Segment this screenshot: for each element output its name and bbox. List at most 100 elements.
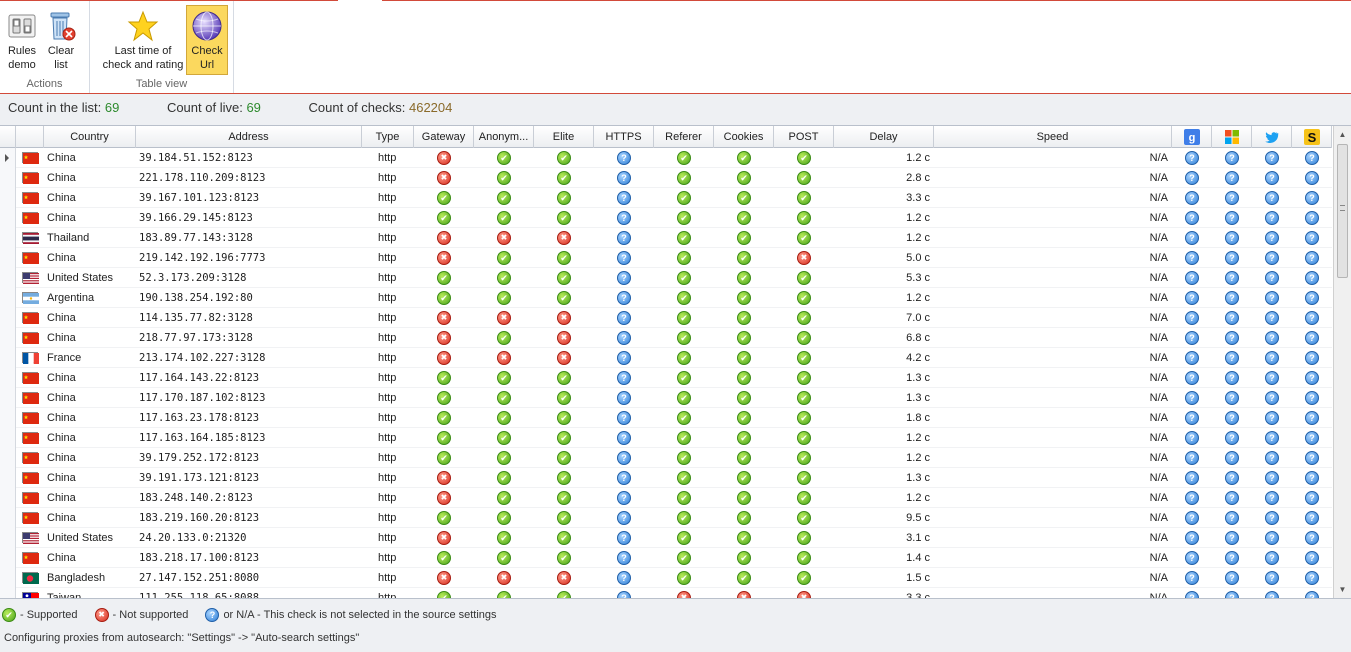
- row-selector[interactable]: [0, 588, 16, 598]
- table-row[interactable]: China 117.163.164.185:8123 http 1.2 c N/A: [0, 428, 1332, 448]
- cell-country: Argentina: [47, 292, 95, 304]
- header-referer[interactable]: Referer: [654, 126, 714, 148]
- table-row[interactable]: China 39.184.51.152:8123 http 1.2 c N/A: [0, 148, 1332, 168]
- header-delay[interactable]: Delay: [834, 126, 934, 148]
- table-row[interactable]: China 39.191.173.121:8123 http 1.3 c N/A: [0, 468, 1332, 488]
- header-anonymous[interactable]: Anonym...: [474, 126, 534, 148]
- table-row[interactable]: Thailand 183.89.77.143:3128 http 1.2 c N/A: [0, 228, 1332, 248]
- table-row[interactable]: Bangladesh 27.147.152.251:8080 http 1.5 c N/…: [0, 568, 1332, 588]
- table-row[interactable]: China 117.170.187.102:8123 http 1.3 c N/A: [0, 388, 1332, 408]
- header-address[interactable]: Address: [136, 126, 362, 148]
- cell-type: http: [378, 552, 397, 564]
- row-selector[interactable]: [0, 288, 16, 308]
- cell-google: [1172, 548, 1212, 568]
- table-row[interactable]: United States 24.20.133.0:21320 http 3.1 c N…: [0, 528, 1332, 548]
- row-selector[interactable]: [0, 428, 16, 448]
- row-selector[interactable]: [0, 208, 16, 228]
- table-row[interactable]: Taiwan 111.255.118.65:8088 http 3.3 c N/A: [0, 588, 1332, 598]
- cell-country: United States: [47, 272, 114, 284]
- table-row[interactable]: United States 52.3.173.209:3128 http 5.3 c N…: [0, 268, 1332, 288]
- row-selector[interactable]: [0, 448, 16, 468]
- row-selector[interactable]: [0, 168, 16, 188]
- flag-icon: [22, 552, 39, 564]
- row-selector[interactable]: [0, 548, 16, 568]
- cell-country: Thailand: [47, 232, 90, 244]
- cross-icon: [797, 251, 811, 266]
- clear-list-button[interactable]: Clear list: [44, 5, 78, 75]
- cell-gateway: [414, 228, 474, 248]
- cell-cookies: [714, 388, 774, 408]
- cross-icon: [497, 571, 511, 586]
- table-row[interactable]: China 39.167.101.123:8123 http 3.3 c N/A: [0, 188, 1332, 208]
- header-twitter[interactable]: [1252, 126, 1292, 148]
- vertical-scrollbar[interactable]: ▲ ▼: [1333, 126, 1351, 598]
- table-row[interactable]: China 219.142.192.196:7773 http 5.0 c N/A: [0, 248, 1332, 268]
- cross-icon: [677, 591, 691, 598]
- row-selector[interactable]: [0, 408, 16, 428]
- header-https[interactable]: HTTPS: [594, 126, 654, 148]
- check-icon: [497, 491, 511, 506]
- header-type[interactable]: Type: [362, 126, 414, 148]
- check-icon: [677, 451, 691, 466]
- question-icon: [1305, 171, 1319, 186]
- row-selector[interactable]: [0, 268, 16, 288]
- row-selector[interactable]: [0, 388, 16, 408]
- scroll-thumb[interactable]: [1337, 144, 1348, 278]
- table-row[interactable]: Argentina 190.138.254.192:80 http 1.2 c N/A: [0, 288, 1332, 308]
- table-row[interactable]: China 39.166.29.145:8123 http 1.2 c N/A: [0, 208, 1332, 228]
- table-row[interactable]: China 39.179.252.172:8123 http 1.2 c N/A: [0, 448, 1332, 468]
- header-speed[interactable]: Speed: [934, 126, 1172, 148]
- cell-delay: 3.1 c: [906, 532, 930, 544]
- check-url-button[interactable]: Check Url: [186, 5, 228, 75]
- cell-speed: N/A: [1149, 372, 1168, 384]
- header-s-service[interactable]: S: [1292, 126, 1332, 148]
- row-selector[interactable]: [0, 328, 16, 348]
- last-check-rating-button[interactable]: Last time of check and rating: [96, 5, 190, 75]
- row-selector[interactable]: [0, 308, 16, 328]
- scroll-up-icon[interactable]: ▲: [1334, 126, 1351, 143]
- cell-delay: 5.3 c: [906, 272, 930, 284]
- question-icon: [1225, 211, 1239, 226]
- header-google[interactable]: g: [1172, 126, 1212, 148]
- header-cookies[interactable]: Cookies: [714, 126, 774, 148]
- question-icon: [1185, 531, 1199, 546]
- check-icon: [797, 291, 811, 306]
- row-selector[interactable]: [0, 188, 16, 208]
- cell-post: [774, 508, 834, 528]
- cell-speed: N/A: [1149, 512, 1168, 524]
- table-row[interactable]: China 221.178.110.209:8123 http 2.8 c N/A: [0, 168, 1332, 188]
- row-selector[interactable]: [0, 348, 16, 368]
- proxy-table[interactable]: Country Address Type Gateway Anonym... E…: [0, 125, 1351, 599]
- table-row[interactable]: China 114.135.77.82:3128 http 7.0 c N/A: [0, 308, 1332, 328]
- cell-referer: [654, 428, 714, 448]
- scroll-down-icon[interactable]: ▼: [1334, 581, 1351, 598]
- row-selector[interactable]: [0, 568, 16, 588]
- flag-icon: [22, 192, 39, 204]
- cell-speed: N/A: [1149, 312, 1168, 324]
- row-selector[interactable]: [0, 488, 16, 508]
- cell-referer: [654, 588, 714, 598]
- table-row[interactable]: China 183.218.17.100:8123 http 1.4 c N/A: [0, 548, 1332, 568]
- status-bar: Configuring proxies from autosearch: "Se…: [4, 632, 360, 644]
- header-microsoft[interactable]: [1212, 126, 1252, 148]
- row-selector[interactable]: [0, 248, 16, 268]
- row-selector[interactable]: [0, 368, 16, 388]
- row-selector[interactable]: [0, 228, 16, 248]
- rules-demo-button[interactable]: Rules demo: [2, 5, 42, 75]
- table-row[interactable]: China 183.248.140.2:8123 http 1.2 c N/A: [0, 488, 1332, 508]
- row-selector[interactable]: [0, 528, 16, 548]
- table-row[interactable]: China 117.163.23.178:8123 http 1.8 c N/A: [0, 408, 1332, 428]
- check-icon: [557, 591, 571, 598]
- question-icon: [1305, 271, 1319, 286]
- header-country[interactable]: Country: [44, 126, 136, 148]
- header-elite[interactable]: Elite: [534, 126, 594, 148]
- table-row[interactable]: China 117.164.143.22:8123 http 1.3 c N/A: [0, 368, 1332, 388]
- header-post[interactable]: POST: [774, 126, 834, 148]
- row-selector[interactable]: [0, 508, 16, 528]
- row-selector[interactable]: [0, 148, 16, 168]
- row-selector[interactable]: [0, 468, 16, 488]
- table-row[interactable]: China 218.77.97.173:3128 http 6.8 c N/A: [0, 328, 1332, 348]
- header-gateway[interactable]: Gateway: [414, 126, 474, 148]
- table-row[interactable]: France 213.174.102.227:3128 http 4.2 c N/A: [0, 348, 1332, 368]
- table-row[interactable]: China 183.219.160.20:8123 http 9.5 c N/A: [0, 508, 1332, 528]
